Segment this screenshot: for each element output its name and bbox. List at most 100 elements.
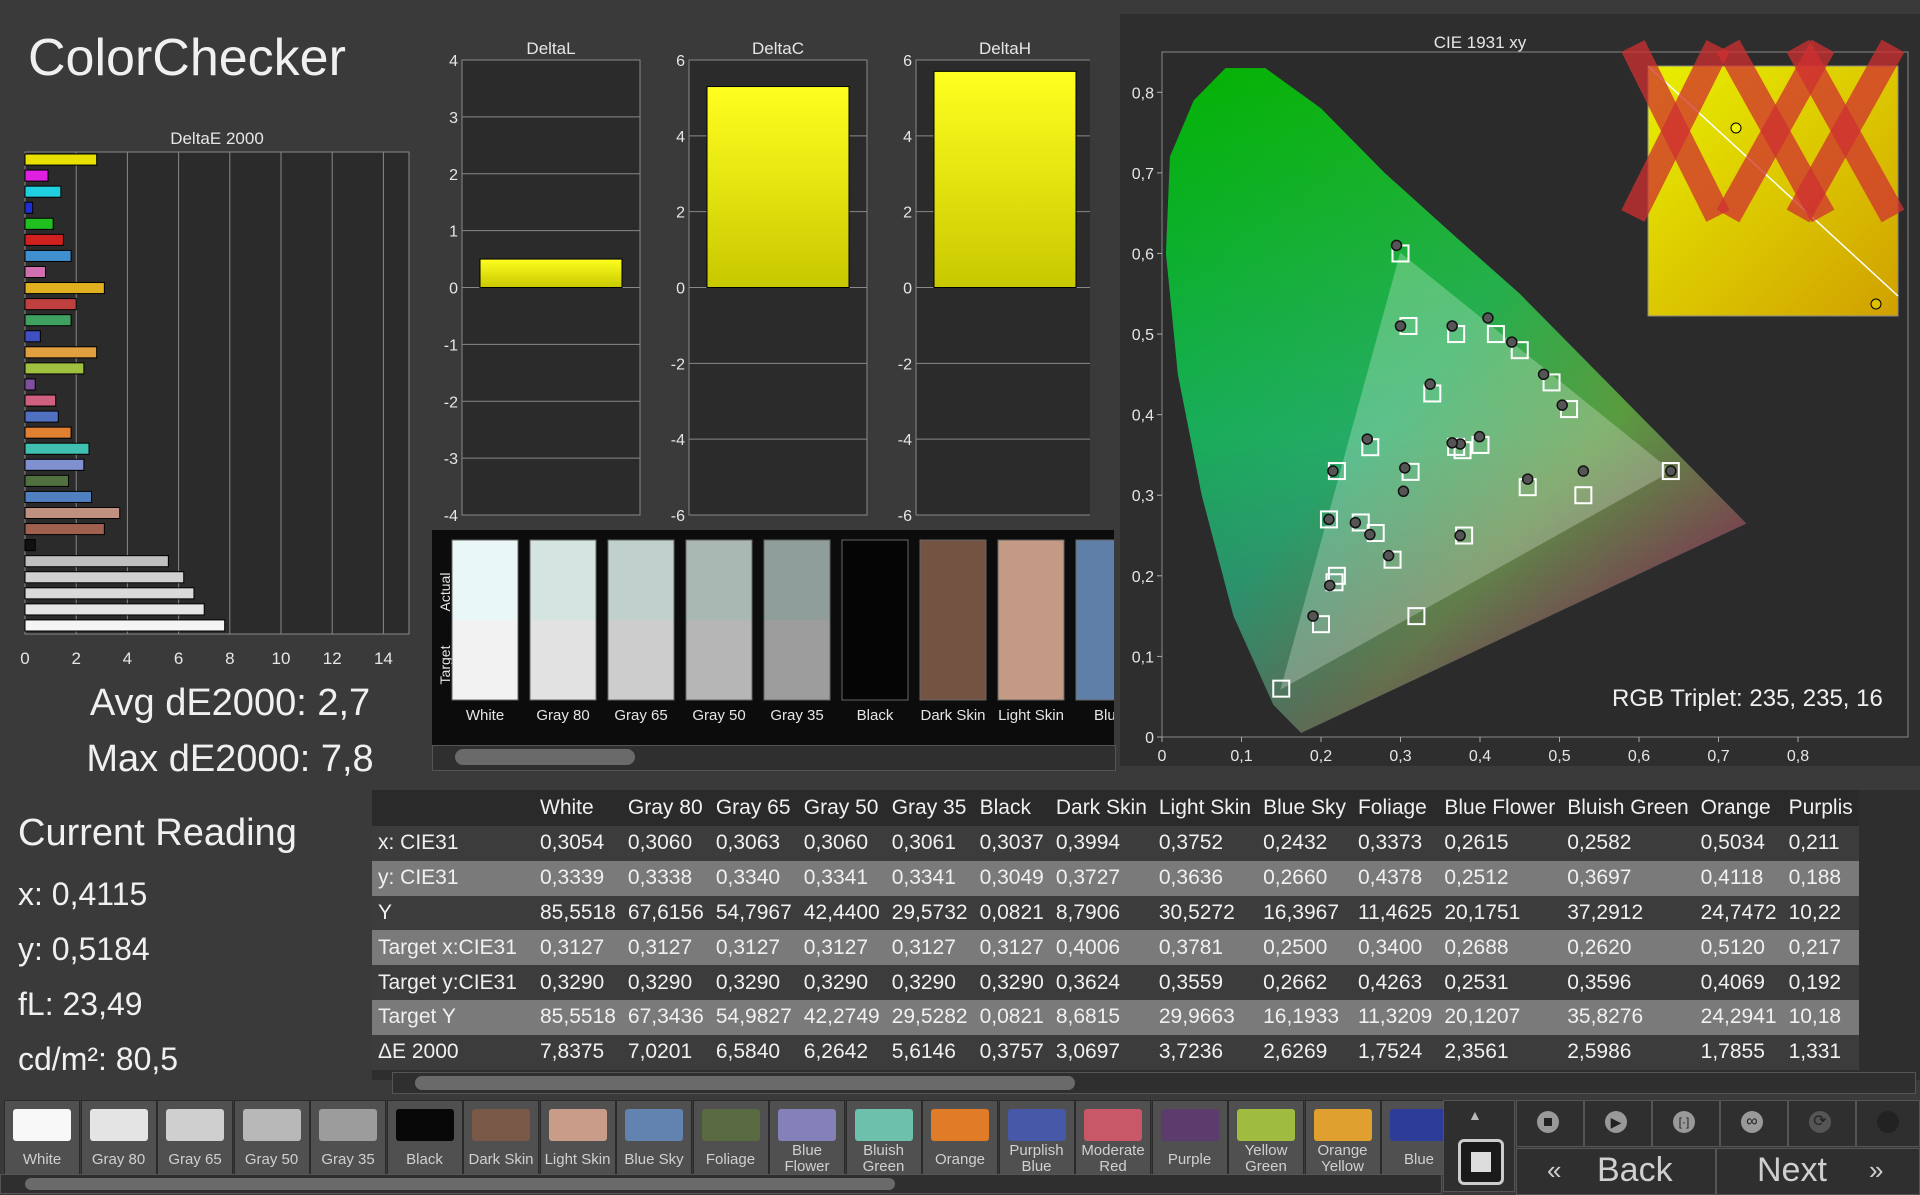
current-reading-fl: fL: 23,49 [18,986,143,1022]
patch-chip-label: Foliage [705,1151,756,1168]
table-column-header[interactable]: Purplis [1782,790,1859,826]
patch-chip-label: Moderate Red [1081,1142,1145,1175]
current-reading-heading: Current Reading [18,812,297,854]
table-column-header[interactable]: Gray 65 [709,790,798,826]
patch-chip[interactable]: Gray 80 [80,1100,157,1176]
table-cell: 54,9827 [709,999,798,1035]
table-cell: 0,3338 [621,860,710,896]
swatch-actual [530,540,596,620]
patch-chip[interactable]: Bluish Green [845,1100,922,1176]
cie-measured-point [1327,465,1339,477]
patch-scroll-thumb[interactable] [25,1178,895,1190]
fit-icon: [·] [1673,1111,1695,1133]
table-column-header[interactable]: Light Skin [1152,790,1258,826]
table-column-header[interactable]: Blue Sky [1257,790,1352,826]
deltae-tick-label: 6 [174,649,183,668]
swatch-scrollbar[interactable] [432,745,1116,771]
back-button[interactable]: « Back [1516,1148,1716,1195]
patch-chip[interactable]: Orange Yellow [1304,1100,1381,1176]
delta-tick-label: -4 [898,432,912,449]
scroll-up-icon[interactable]: ▲ [1468,1107,1482,1123]
table-cell: 0,4378 [1351,860,1439,896]
patch-chip[interactable]: Purple [1151,1100,1228,1176]
table-row: x: CIE31 0,3054 0,3060 0,3063 0,3060 0,3061 0,… [372,826,1859,861]
swatch-target [764,620,830,700]
deltae-bar [24,410,59,423]
next-button[interactable]: Next » [1716,1148,1920,1195]
table-corner [372,790,534,826]
loop-icon: ∞ [1741,1111,1763,1133]
cie-measured-point [1394,320,1407,332]
cie-x-tick-label: 0,3 [1389,748,1411,765]
table-cell: 37,2912 [1561,895,1695,931]
patch-chip[interactable]: Foliage [692,1100,769,1176]
cie-measured-point [1323,513,1335,526]
patch-chip[interactable]: White [4,1100,80,1176]
refresh-button[interactable]: ⟳ [1788,1100,1856,1147]
patch-chip[interactable]: Gray 65 [157,1100,233,1176]
deltae-bar [24,426,72,439]
cie-measured-point [1506,336,1518,348]
record-icon[interactable] [1458,1139,1504,1185]
patch-chip[interactable]: Moderate Red [1075,1100,1151,1176]
patch-chip[interactable]: Gray 35 [310,1100,386,1176]
table-column-header[interactable]: Black [973,790,1050,826]
table-cell: 67,3436 [621,999,710,1035]
patch-chip[interactable]: Black [386,1100,463,1176]
table-column-header[interactable]: Blue Flower [1438,790,1562,826]
cie-x-tick-label: 0,6 [1628,748,1650,765]
patch-chip[interactable]: Yellow Green [1228,1100,1304,1176]
table-column-header[interactable]: Dark Skin [1049,790,1153,826]
table-cell: 0,3063 [709,826,798,861]
patch-chip-swatch [13,1109,71,1141]
fit-button[interactable]: [·] [1652,1100,1720,1147]
patch-chip-label: Light Skin [544,1151,611,1168]
patch-chip[interactable]: Blue Flower [769,1100,845,1176]
cie-measured-point [1446,320,1458,332]
avg-de2000: Avg dE2000: 2,7 [89,682,371,724]
delta-tick-label: 0 [449,281,458,298]
swatch-scroll-thumb[interactable] [455,749,635,765]
delta-tick-label: -4 [671,432,685,449]
patch-chip[interactable]: Blue Sky [616,1100,692,1176]
cie-x-tick-label: 0,8 [1787,748,1809,765]
table-scroll-thumb[interactable] [415,1076,1075,1090]
patch-chip[interactable]: Orange [922,1100,998,1176]
patch-scrollbar[interactable] [0,1174,1442,1194]
record-control[interactable]: ▲ [1443,1100,1515,1192]
table-row-label: Target x:CIE31 [372,930,534,966]
table-cell: 0,3290 [973,965,1050,1000]
row-label-actual: Actual [437,573,453,612]
cie-x-tick-label: 0,5 [1548,748,1570,765]
deltae-bar [24,346,98,359]
table-column-header[interactable]: Orange [1694,790,1783,826]
table-scrollbar[interactable] [392,1072,1916,1094]
swatch-label: Black [857,707,894,724]
readings-table-grid: White Gray 80 Gray 65 Gray 50 Gray 35 Black Da… [372,790,1859,1070]
swatch-target [998,620,1064,700]
play-button[interactable]: ▶ [1584,1100,1652,1147]
table-column-header[interactable]: Gray 50 [797,790,886,826]
table-cell: 10,18 [1782,999,1859,1035]
patch-chip-swatch [472,1109,530,1141]
table-column-header[interactable]: Gray 80 [621,790,710,826]
table-cell: 0,3290 [534,965,622,1000]
patch-chip[interactable]: Purplish Blue [998,1100,1075,1176]
table-column-header[interactable]: Gray 35 [885,790,974,826]
table-column-header[interactable]: Bluish Green [1561,790,1695,826]
table-cell: 0,3400 [1351,930,1439,966]
delta-tick-label: 6 [676,53,685,70]
deltae-bar [24,153,98,166]
stop-button[interactable] [1516,1100,1584,1147]
table-cell: 29,9663 [1152,999,1258,1035]
patch-chip-label: Purplish Blue [1009,1142,1064,1175]
patch-chip[interactable]: Light Skin [539,1100,616,1176]
table-column-header[interactable]: White [534,790,622,826]
table-column-header[interactable]: Foliage [1351,790,1439,826]
patch-chip[interactable]: Dark Skin [463,1100,539,1176]
loop-button[interactable]: ∞ [1720,1100,1788,1147]
table-cell: 0,3341 [885,860,974,896]
patch-chip[interactable]: Gray 50 [233,1100,310,1176]
patch-chip-label: Orange Yellow [1317,1142,1368,1175]
deltae-bar [24,394,57,407]
